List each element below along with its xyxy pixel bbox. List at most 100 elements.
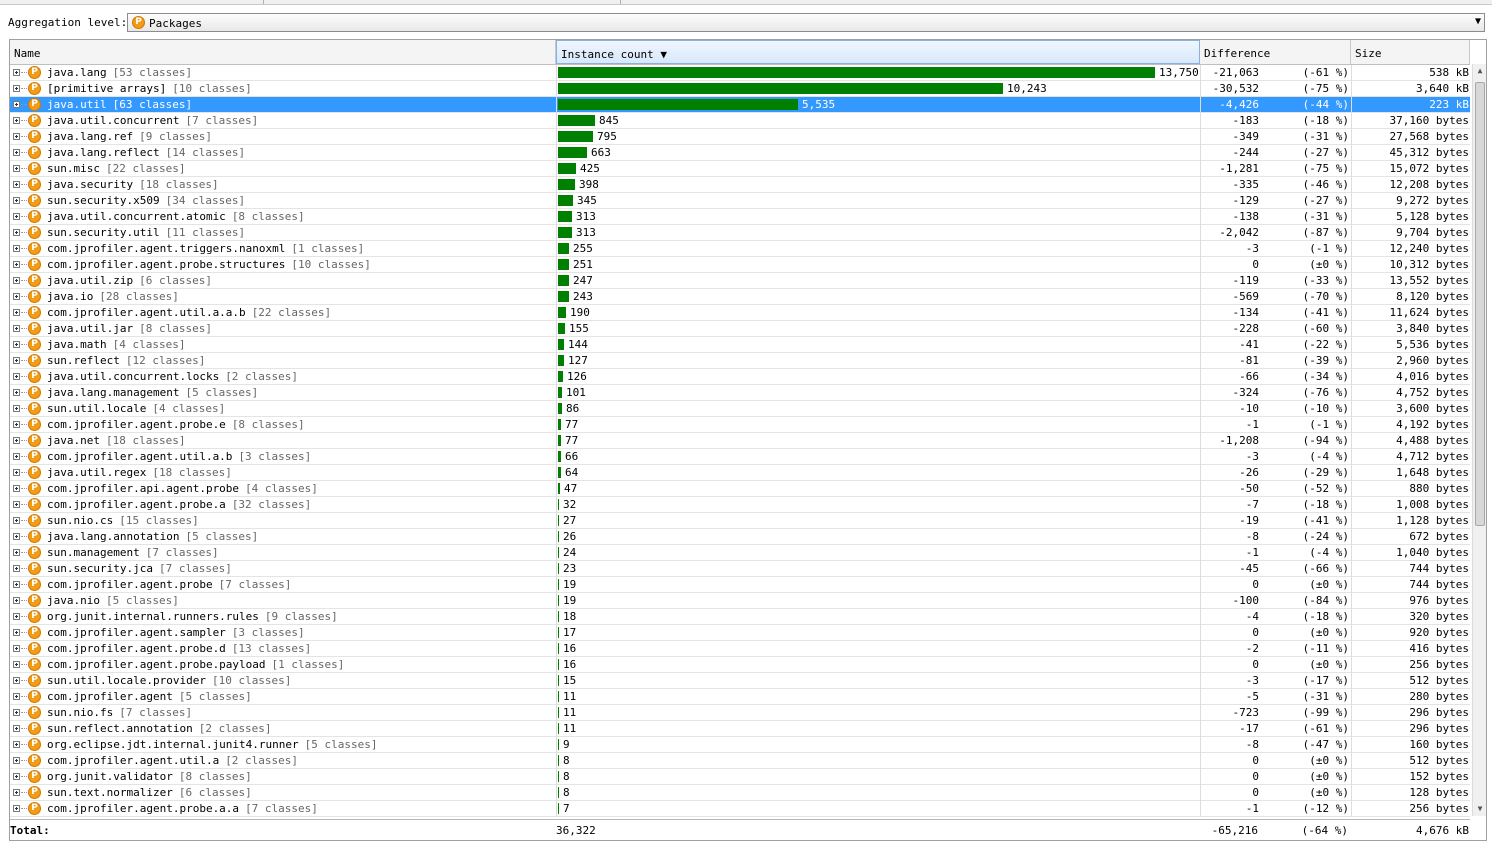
expand-toggle-icon[interactable] xyxy=(13,597,20,604)
table-row[interactable]: Pcom.jprofiler.agent.triggers.nanoxml [1 … xyxy=(10,241,1470,257)
table-row[interactable]: Pjava.math [4 classes] 144 -41 (-22 %) 5,536 … xyxy=(10,337,1470,353)
table-row[interactable]: Pjava.util.concurrent.locks [2 classes] 12… xyxy=(10,369,1470,385)
expand-toggle-icon[interactable] xyxy=(13,309,20,316)
expand-toggle-icon[interactable] xyxy=(13,325,20,332)
vertical-scrollbar[interactable]: ▲ ▼ xyxy=(1472,64,1486,816)
table-row[interactable]: Pcom.jprofiler.agent.probe.payload [1 cla… xyxy=(10,657,1470,673)
table-row[interactable]: Psun.reflect [12 classes] 127 -81 (-39 %) 2,9… xyxy=(10,353,1470,369)
column-header-size[interactable]: Size xyxy=(1351,40,1470,64)
expand-toggle-icon[interactable] xyxy=(13,165,20,172)
expand-toggle-icon[interactable] xyxy=(13,773,20,780)
expand-toggle-icon[interactable] xyxy=(13,117,20,124)
table-row[interactable]: Psun.security.util [11 classes] 313 -2,042 (… xyxy=(10,225,1470,241)
table-row[interactable]: Pcom.jprofiler.agent.probe.e [8 classes] 7… xyxy=(10,417,1470,433)
column-header-difference[interactable]: Difference xyxy=(1200,40,1351,64)
expand-toggle-icon[interactable] xyxy=(13,565,20,572)
expand-toggle-icon[interactable] xyxy=(13,501,20,508)
expand-toggle-icon[interactable] xyxy=(13,229,20,236)
expand-toggle-icon[interactable] xyxy=(13,149,20,156)
expand-toggle-icon[interactable] xyxy=(13,741,20,748)
table-row[interactable]: Porg.eclipse.jdt.internal.junit4.runner [… xyxy=(10,737,1470,753)
expand-toggle-icon[interactable] xyxy=(13,613,20,620)
table-row[interactable]: Pjava.util.concurrent.atomic [8 classes] 3… xyxy=(10,209,1470,225)
table-row[interactable]: Psun.security.jca [7 classes] 23 -45 (-66 %)… xyxy=(10,561,1470,577)
expand-toggle-icon[interactable] xyxy=(13,197,20,204)
table-row[interactable]: Pcom.jprofiler.agent.probe.a.a [7 classes… xyxy=(10,801,1470,817)
table-row[interactable]: Porg.junit.validator [8 classes] 8 0 (±0 %) 1… xyxy=(10,769,1470,785)
table-row[interactable]: Pjava.lang.annotation [5 classes] 26 -8 (-24… xyxy=(10,529,1470,545)
expand-toggle-icon[interactable] xyxy=(13,341,20,348)
table-row[interactable]: Pjava.util.concurrent [7 classes] 845 -183 (… xyxy=(10,113,1470,129)
table-row[interactable]: Pjava.security [18 classes] 398 -335 (-46 %)… xyxy=(10,177,1470,193)
expand-toggle-icon[interactable] xyxy=(13,245,20,252)
expand-toggle-icon[interactable] xyxy=(13,293,20,300)
scroll-up-icon[interactable]: ▲ xyxy=(1473,64,1486,78)
expand-toggle-icon[interactable] xyxy=(13,421,20,428)
expand-toggle-icon[interactable] xyxy=(13,133,20,140)
scrollbar-thumb[interactable] xyxy=(1475,82,1485,526)
table-row[interactable]: Pcom.jprofiler.agent.util.a [2 classes] 8 0… xyxy=(10,753,1470,769)
table-row[interactable]: Pjava.nio [5 classes] 19 -100 (-84 %) 976 byt… xyxy=(10,593,1470,609)
table-row[interactable]: Psun.nio.cs [15 classes] 27 -19 (-41 %) 1,128… xyxy=(10,513,1470,529)
scroll-down-icon[interactable]: ▼ xyxy=(1473,802,1486,816)
table-row[interactable]: Pjava.io [28 classes] 243 -569 (-70 %) 8,120 … xyxy=(10,289,1470,305)
table-row[interactable]: Pjava.lang.reflect [14 classes] 663 -244 (-2… xyxy=(10,145,1470,161)
table-row[interactable]: Psun.util.locale.provider [10 classes] 15 -… xyxy=(10,673,1470,689)
expand-toggle-icon[interactable] xyxy=(13,277,20,284)
table-row[interactable]: Porg.junit.internal.runners.rules [9 clas… xyxy=(10,609,1470,625)
expand-toggle-icon[interactable] xyxy=(13,661,20,668)
expand-toggle-icon[interactable] xyxy=(13,405,20,412)
expand-toggle-icon[interactable] xyxy=(13,85,20,92)
expand-toggle-icon[interactable] xyxy=(13,213,20,220)
expand-toggle-icon[interactable] xyxy=(13,549,20,556)
expand-toggle-icon[interactable] xyxy=(13,357,20,364)
table-row[interactable]: Pcom.jprofiler.agent.probe.d [13 classes]… xyxy=(10,641,1470,657)
expand-toggle-icon[interactable] xyxy=(13,805,20,812)
table-row[interactable]: Pjava.lang [53 classes] 13,750 -21,063 (-61 … xyxy=(10,65,1470,81)
table-row[interactable]: Psun.nio.fs [7 classes] 11 -723 (-99 %) 296 b… xyxy=(10,705,1470,721)
table-row[interactable]: Psun.reflect.annotation [2 classes] 11 -17 (… xyxy=(10,721,1470,737)
table-row[interactable]: Psun.management [7 classes] 24 -1 (-4 %) 1,04… xyxy=(10,545,1470,561)
expand-toggle-icon[interactable] xyxy=(13,69,20,76)
expand-toggle-icon[interactable] xyxy=(13,373,20,380)
expand-toggle-icon[interactable] xyxy=(13,677,20,684)
table-row[interactable]: Pcom.jprofiler.agent.util.a.b [3 classes]… xyxy=(10,449,1470,465)
expand-toggle-icon[interactable] xyxy=(13,437,20,444)
table-row[interactable]: Pjava.lang.management [5 classes] 101 -324 (… xyxy=(10,385,1470,401)
aggregation-level-select[interactable]: P Packages ▼ xyxy=(127,13,1485,32)
column-header-name[interactable]: Name xyxy=(10,40,556,64)
expand-toggle-icon[interactable] xyxy=(13,181,20,188)
table-row[interactable]: Pjava.lang.ref [9 classes] 795 -349 (-31 %) 2… xyxy=(10,129,1470,145)
column-header-instance-count[interactable]: Instance count ▼ xyxy=(556,40,1200,64)
table-row[interactable]: Pcom.jprofiler.agent.probe [7 classes] 19 0… xyxy=(10,577,1470,593)
expand-toggle-icon[interactable] xyxy=(13,645,20,652)
expand-toggle-icon[interactable] xyxy=(13,533,20,540)
table-row[interactable]: Pcom.jprofiler.agent.util.a.a.b [22 class… xyxy=(10,305,1470,321)
table-row[interactable]: Pcom.jprofiler.agent.sampler [3 classes] 1… xyxy=(10,625,1470,641)
table-row[interactable]: P [primitive arrays] [10 classes] 10,243 -30… xyxy=(10,81,1470,97)
table-row[interactable]: Psun.util.locale [4 classes] 86 -10 (-10 %) 3… xyxy=(10,401,1470,417)
table-row[interactable]: Pjava.util.jar [8 classes] 155 -228 (-60 %) 3… xyxy=(10,321,1470,337)
expand-toggle-icon[interactable] xyxy=(13,725,20,732)
expand-toggle-icon[interactable] xyxy=(13,453,20,460)
expand-toggle-icon[interactable] xyxy=(13,693,20,700)
table-row[interactable]: Psun.text.normalizer [6 classes] 8 0 (±0 %) 1… xyxy=(10,785,1470,801)
table-row[interactable]: Pcom.jprofiler.api.agent.probe [4 classes… xyxy=(10,481,1470,497)
table-row[interactable]: Pjava.util [63 classes] 5,535 -4,426 (-44 %)… xyxy=(10,97,1470,113)
table-row[interactable]: Pjava.util.zip [6 classes] 247 -119 (-33 %) 1… xyxy=(10,273,1470,289)
expand-toggle-icon[interactable] xyxy=(13,389,20,396)
table-row[interactable]: Psun.misc [22 classes] 425 -1,281 (-75 %) 15,… xyxy=(10,161,1470,177)
table-row[interactable]: Psun.security.x509 [34 classes] 345 -129 (-2… xyxy=(10,193,1470,209)
expand-toggle-icon[interactable] xyxy=(13,469,20,476)
table-row[interactable]: Pjava.net [18 classes] 77 -1,208 (-94 %) 4,48… xyxy=(10,433,1470,449)
expand-toggle-icon[interactable] xyxy=(13,629,20,636)
table-row[interactable]: Pcom.jprofiler.agent [5 classes] 11 -5 (-31 … xyxy=(10,689,1470,705)
expand-toggle-icon[interactable] xyxy=(13,757,20,764)
table-row[interactable]: Pcom.jprofiler.agent.probe.a [32 classes]… xyxy=(10,497,1470,513)
expand-toggle-icon[interactable] xyxy=(13,485,20,492)
expand-toggle-icon[interactable] xyxy=(13,101,20,108)
chevron-down-icon[interactable]: ▼ xyxy=(1475,16,1481,27)
expand-toggle-icon[interactable] xyxy=(13,517,20,524)
expand-toggle-icon[interactable] xyxy=(13,789,20,796)
expand-toggle-icon[interactable] xyxy=(13,581,20,588)
